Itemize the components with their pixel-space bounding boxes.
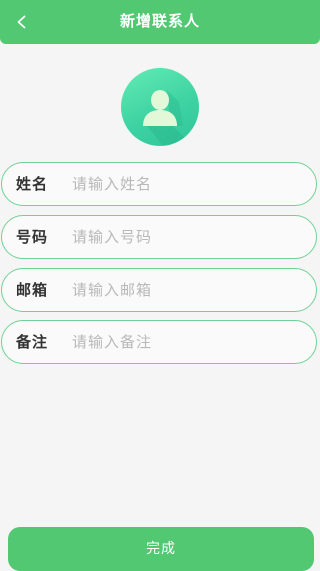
user-avatar-icon — [143, 90, 193, 146]
note-label: 备注 — [16, 333, 49, 351]
top-app-bar: 新增联系人 — [0, 0, 320, 44]
phone-label: 号码 — [16, 228, 49, 246]
email-field[interactable]: 邮箱 — [1, 268, 317, 312]
note-field[interactable]: 备注 — [1, 320, 317, 364]
avatar[interactable] — [121, 68, 199, 146]
done-button[interactable]: 完成 — [8, 527, 314, 571]
email-input[interactable] — [72, 275, 302, 305]
name-label: 姓名 — [16, 175, 49, 193]
page-title: 新增联系人 — [119, 12, 200, 30]
name-field[interactable]: 姓名 — [1, 162, 317, 206]
name-input[interactable] — [72, 169, 302, 199]
phone-field[interactable]: 号码 — [1, 215, 317, 259]
note-input[interactable] — [72, 327, 302, 357]
phone-input[interactable] — [72, 222, 302, 252]
email-label: 邮箱 — [16, 281, 49, 299]
